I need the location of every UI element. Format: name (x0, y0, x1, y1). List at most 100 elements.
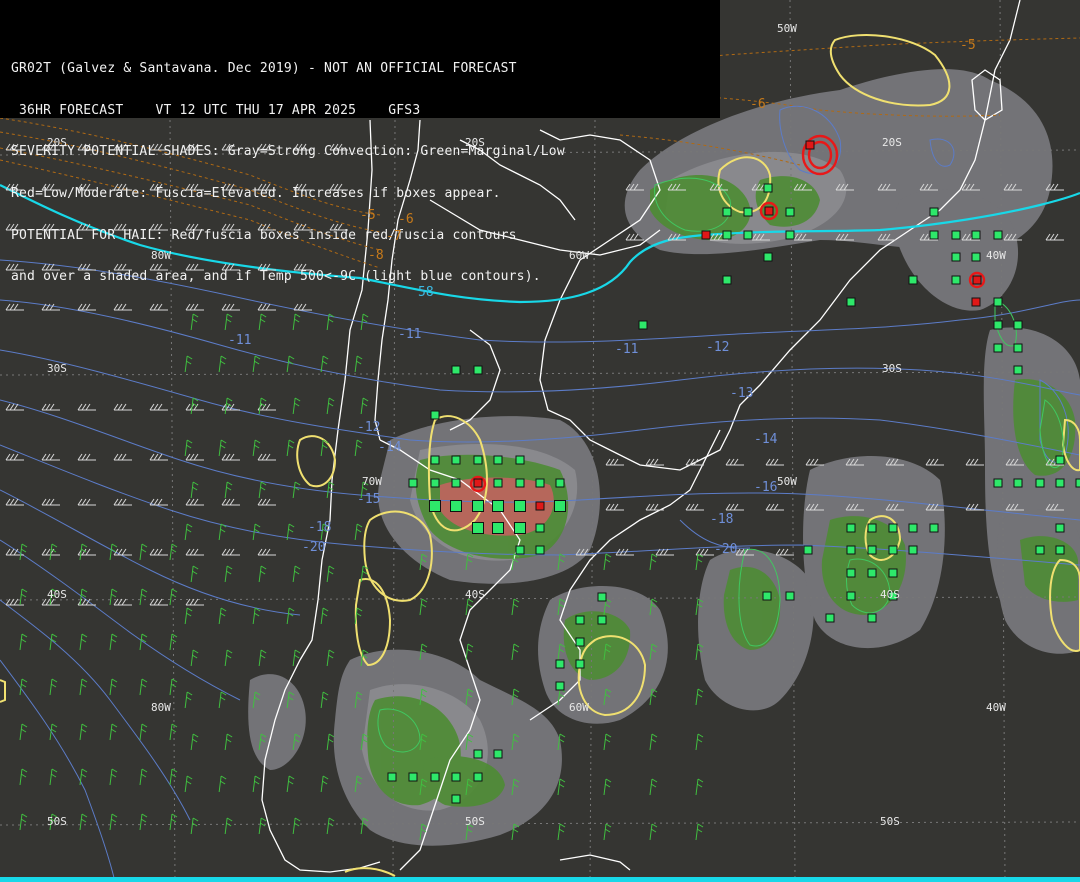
hail-box-red (535, 501, 545, 511)
wind-barb-green (139, 543, 148, 561)
wind-barb-green (218, 523, 227, 541)
wind-barb-green (139, 588, 148, 606)
wind-barb-green (326, 649, 335, 667)
wind-barb (113, 453, 132, 461)
hail-box-green (493, 749, 503, 759)
wind-barb-green (109, 543, 118, 561)
hail-box-green (846, 591, 856, 601)
hail-box-green (515, 455, 525, 465)
contour-label: -18 (308, 520, 332, 535)
wind-barb (221, 498, 240, 506)
hail-box-green (1013, 320, 1023, 330)
wind-barb-green (190, 397, 199, 415)
wind-barb (221, 548, 240, 556)
wind-barb-green (258, 397, 267, 415)
wind-barb-green (286, 355, 295, 373)
wind-barb-green (19, 813, 28, 831)
hail-box-green (597, 592, 607, 602)
wind-barb-green (184, 691, 193, 709)
wind-barb (185, 498, 204, 506)
wind-barb-green (557, 823, 566, 841)
wind-barb-green (139, 813, 148, 831)
wind-barb-green (184, 439, 193, 457)
hail-box-green (408, 772, 418, 782)
wind-barb-green (320, 607, 329, 625)
wind-barb-green (190, 481, 199, 499)
wind-barb (149, 548, 168, 556)
hail-box-green (555, 659, 565, 669)
contour-label: -5 (960, 38, 976, 53)
wind-barb-green (79, 678, 88, 696)
hail-box-green (1013, 343, 1023, 353)
hail-box-green (1075, 478, 1080, 488)
hail-box-green (825, 613, 835, 623)
wind-barb-green (603, 778, 612, 796)
hail-box-green (929, 207, 939, 217)
wind-barb (257, 453, 276, 461)
wind-barb (725, 458, 744, 466)
wind-barb-green (320, 775, 329, 793)
hail-box-green (535, 545, 545, 555)
hail-box-green (597, 615, 607, 625)
hail-box-green (1013, 365, 1023, 375)
hail-box-green (846, 568, 856, 578)
header-line-hail-cond: and over a shaded area, and if Temp 500<… (11, 270, 541, 285)
wind-barb-green (19, 768, 28, 786)
wind-barb-green (79, 723, 88, 741)
lat-label: 40S (47, 588, 67, 601)
contour-label: -18 (710, 512, 734, 527)
wind-barb-green (354, 439, 363, 457)
wind-barb-green (649, 778, 658, 796)
hail-box-green (535, 523, 545, 533)
contour-label: -13 (730, 386, 754, 401)
contour-label: -20 (714, 542, 738, 557)
wind-barb (5, 453, 24, 461)
wind-barb (965, 458, 984, 466)
wind-barb-green (224, 313, 233, 331)
wind-barb-green (320, 691, 329, 709)
wind-barb-green (286, 439, 295, 457)
hail-box-green (1055, 545, 1065, 555)
wind-barb (149, 403, 168, 411)
wind-barb (149, 598, 168, 606)
wind-barb-green (109, 768, 118, 786)
forecast-header: GR02T (Galvez & Santavana. Dec 2019) - N… (0, 0, 720, 284)
wind-barb (185, 548, 204, 556)
hail-box-green (846, 545, 856, 555)
header-line-title: GR02T (Galvez & Santavana. Dec 2019) - N… (11, 61, 517, 76)
wind-barb (605, 503, 624, 511)
wind-barb-green (224, 565, 233, 583)
wind-barb-green (169, 768, 178, 786)
hail-box-green (408, 478, 418, 488)
wind-barb-green (139, 723, 148, 741)
hail-box-green (971, 230, 981, 240)
wind-barb-green (320, 355, 329, 373)
wind-barb-green (224, 649, 233, 667)
wind-barb-green (49, 543, 58, 561)
hail-box-green (555, 478, 565, 488)
contour-label: -20 (302, 540, 326, 555)
lat-label: 20S (882, 136, 902, 149)
wind-barb-green (695, 733, 704, 751)
wind-barb-green (695, 688, 704, 706)
wind-barb-green (49, 723, 58, 741)
wind-barb (185, 598, 204, 606)
contour-label: -6 (398, 212, 414, 227)
wind-barb-green (169, 678, 178, 696)
wind-barb (5, 403, 24, 411)
wind-barb (257, 548, 276, 556)
wind-barb-green (603, 733, 612, 751)
wind-barb-green (695, 553, 704, 571)
lat-label: 30S (47, 362, 67, 375)
wind-barb (41, 403, 60, 411)
contour-label: -5 (360, 208, 376, 223)
wind-barb-green (109, 678, 118, 696)
lat-label: 40S (465, 588, 485, 601)
hail-box-green (1013, 478, 1023, 488)
wind-barb-green (190, 817, 199, 835)
hail-box-green (430, 455, 440, 465)
hail-box-green (971, 252, 981, 262)
wind-barb-green (218, 355, 227, 373)
wind-barb-green (184, 523, 193, 541)
hail-box-green (908, 545, 918, 555)
